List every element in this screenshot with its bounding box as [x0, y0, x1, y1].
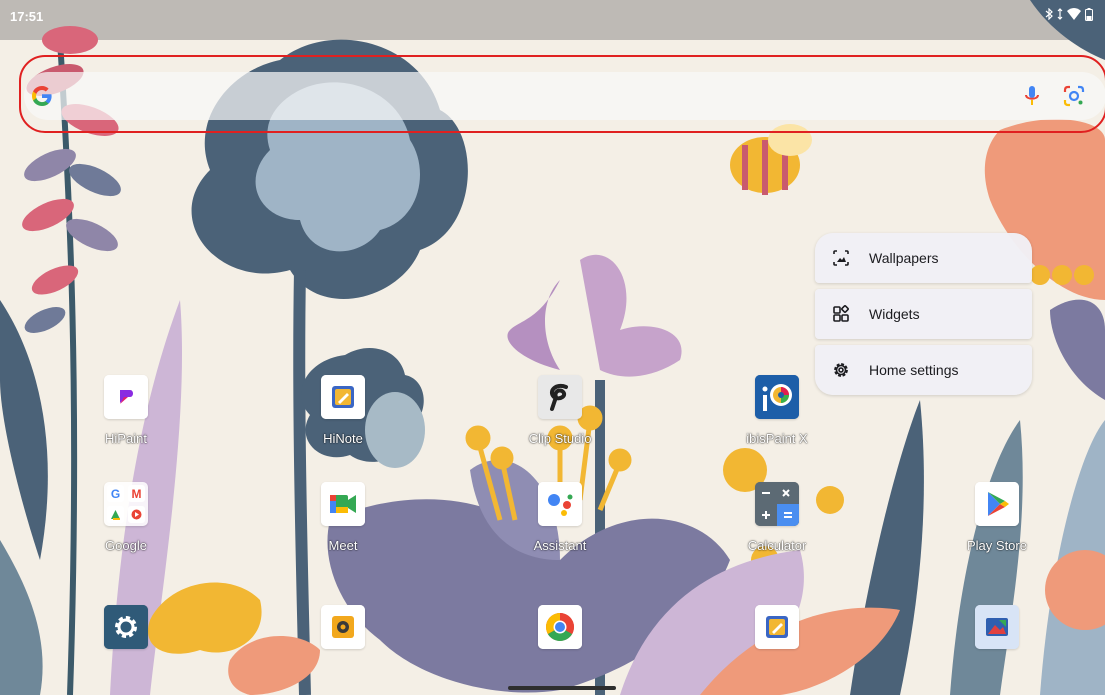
- app-play-store[interactable]: Play Store: [937, 482, 1057, 562]
- app-label: Google: [105, 538, 147, 553]
- app-calculator[interactable]: Calculator: [717, 482, 837, 562]
- app-label: Play Store: [967, 538, 1027, 553]
- battery-icon: [1085, 8, 1093, 21]
- app-assistant[interactable]: Assistant: [500, 482, 620, 562]
- app-label: HiPaint: [105, 431, 147, 446]
- app-label: Clip Studio: [528, 431, 592, 446]
- navigation-handle[interactable]: [508, 686, 616, 690]
- home-context-menu: Wallpapers Widgets Home settings: [815, 233, 1032, 395]
- menu-item-wallpapers[interactable]: Wallpapers: [815, 233, 1032, 283]
- app-label: ibisPaint X: [746, 431, 808, 446]
- play-store-icon: [975, 482, 1019, 526]
- wallpaper-icon: [831, 248, 851, 268]
- app-camera[interactable]: [283, 605, 403, 685]
- google-g-icon: [30, 84, 54, 108]
- google-search-bar[interactable]: [24, 72, 1105, 120]
- hinote-icon: [321, 375, 365, 419]
- widgets-icon: [831, 304, 851, 324]
- wifi-icon: [1067, 8, 1081, 21]
- mic-icon[interactable]: [1024, 84, 1040, 113]
- meet-icon: [321, 482, 365, 526]
- svg-text:G: G: [111, 487, 120, 501]
- calculator-icon: [755, 482, 799, 526]
- app-meet[interactable]: Meet: [283, 482, 403, 562]
- assistant-icon: [538, 482, 582, 526]
- bluetooth-icon: [1045, 8, 1053, 21]
- google-folder-icon: G M: [104, 482, 148, 526]
- menu-item-label: Wallpapers: [869, 250, 939, 266]
- menu-item-label: Widgets: [869, 306, 920, 322]
- app-label: Assistant: [533, 538, 587, 553]
- ibispaint-icon: [755, 375, 799, 419]
- app-settings[interactable]: [66, 605, 186, 685]
- menu-item-widgets[interactable]: Widgets: [815, 289, 1032, 339]
- svg-text:M: M: [132, 487, 142, 501]
- app-chrome[interactable]: [500, 605, 620, 685]
- menu-item-label: Home settings: [869, 362, 959, 378]
- app-label: Calculator: [747, 538, 807, 553]
- clip-studio-icon: [538, 375, 582, 419]
- menu-item-home-settings[interactable]: Home settings: [815, 345, 1032, 395]
- app-label: Meet: [328, 538, 358, 553]
- settings-icon: [104, 605, 148, 649]
- app-hipaint[interactable]: HiPaint: [66, 375, 186, 455]
- app-clip-studio[interactable]: Clip Studio: [500, 375, 620, 455]
- data-arrows-icon: [1057, 8, 1063, 21]
- app-google-folder[interactable]: G M Google: [66, 482, 186, 562]
- hipaint-icon: [104, 375, 148, 419]
- notes-app-icon: [755, 605, 799, 649]
- app-notes[interactable]: [717, 605, 837, 685]
- app-gallery[interactable]: [937, 605, 1057, 685]
- app-ibispaint[interactable]: ibisPaint X: [717, 375, 837, 455]
- status-time: 17:51: [10, 9, 44, 24]
- app-hinote[interactable]: HiNote: [283, 375, 403, 455]
- status-bar: 17:51: [0, 0, 1105, 28]
- camera-app-icon: [321, 605, 365, 649]
- status-icons: [1045, 8, 1093, 21]
- app-label: HiNote: [323, 431, 363, 446]
- google-lens-icon[interactable]: [1062, 84, 1086, 113]
- gallery-app-icon: [975, 605, 1019, 649]
- chrome-icon: [538, 605, 582, 649]
